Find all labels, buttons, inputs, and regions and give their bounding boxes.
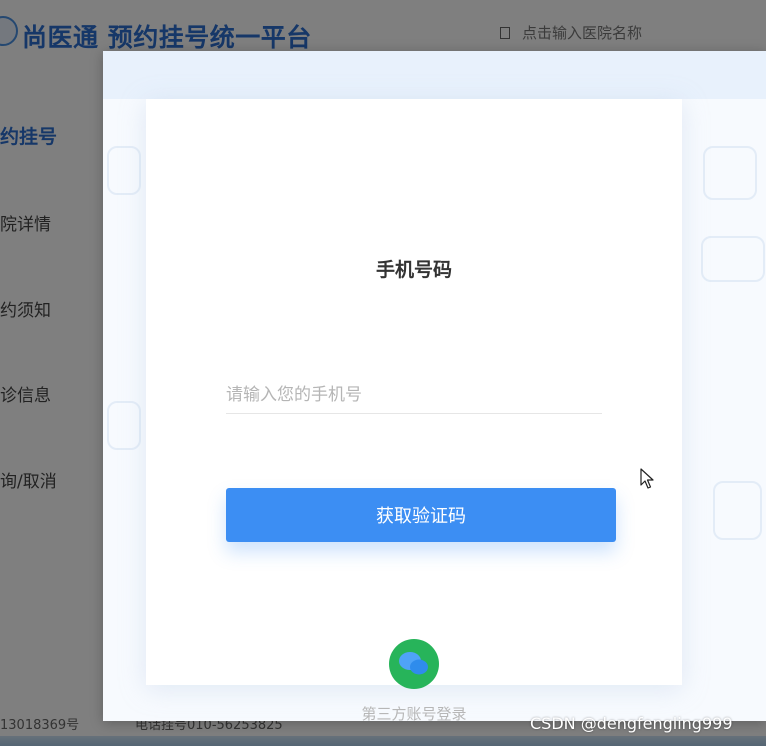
get-code-button[interactable]: 获取验证码: [226, 488, 616, 542]
decoration-icon: [107, 146, 141, 195]
decoration-icon: [713, 481, 762, 540]
decoration-icon: [703, 146, 757, 200]
decoration-icon: [107, 401, 141, 450]
login-dialog: 手机号码 获取验证码 第三方账号登录: [103, 51, 766, 723]
login-card: 手机号码 获取验证码 第三方账号登录: [146, 99, 682, 723]
wechat-icon: [399, 652, 428, 675]
phone-title: 手机号码: [375, 259, 452, 281]
wechat-login-button[interactable]: [389, 639, 439, 689]
mouse-cursor-icon: [640, 468, 654, 494]
watermark: CSDN @dengfengling999: [530, 714, 733, 733]
dialog-header: [103, 51, 766, 99]
decoration-icon: [701, 236, 765, 282]
phone-input[interactable]: [226, 377, 602, 414]
